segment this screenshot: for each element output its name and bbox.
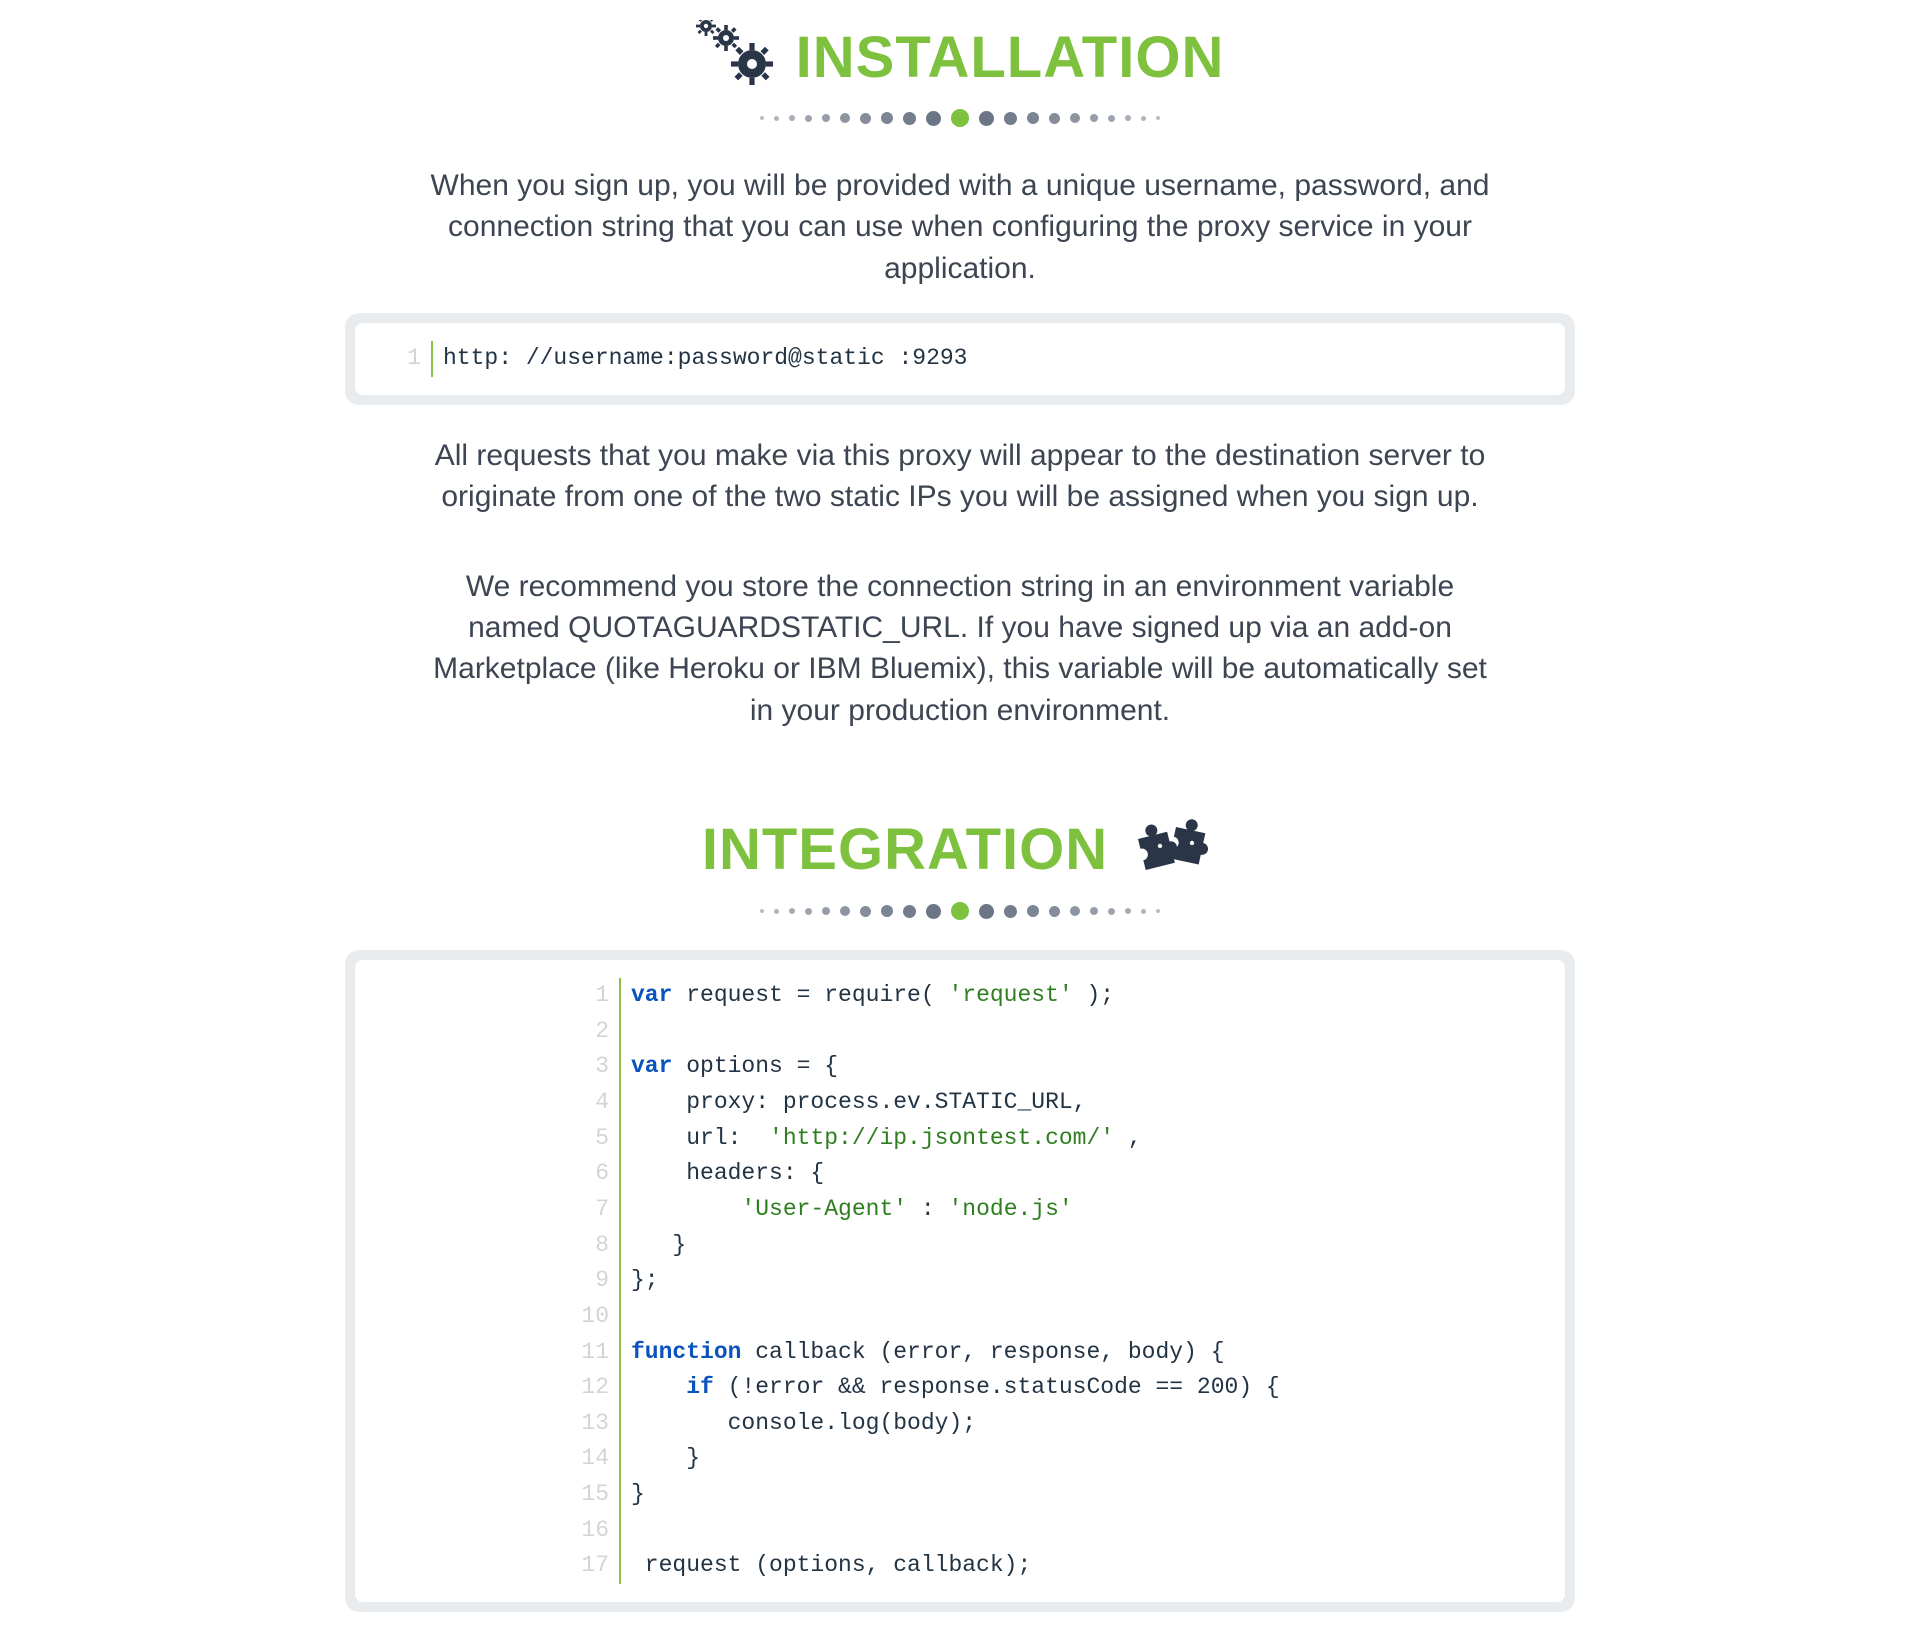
code-content: proxy: process.ev.STATIC_URL, bbox=[621, 1085, 1086, 1121]
code-line: 5 url: 'http://ip.jsontest.com/' , bbox=[575, 1121, 1541, 1157]
code-content: } bbox=[621, 1477, 645, 1513]
code-line: 10 bbox=[575, 1299, 1541, 1335]
installation-intro-text: When you sign up, you will be provided w… bbox=[420, 165, 1500, 289]
code-line: 1var request = require( 'request' ); bbox=[575, 978, 1541, 1014]
code-line: 16 bbox=[575, 1513, 1541, 1549]
line-number: 16 bbox=[575, 1513, 621, 1549]
line-number: 3 bbox=[575, 1049, 621, 1085]
line-number: 14 bbox=[575, 1441, 621, 1477]
installation-dots-divider bbox=[345, 109, 1575, 127]
code-content bbox=[621, 1513, 631, 1549]
code-content: http: //username:password@static :9293 bbox=[433, 341, 968, 377]
integration-title: INTEGRATION bbox=[702, 816, 1108, 883]
line-number: 15 bbox=[575, 1477, 621, 1513]
code-content: console.log(body); bbox=[621, 1406, 976, 1442]
code-line: 15} bbox=[575, 1477, 1541, 1513]
code-line: 13 console.log(body); bbox=[575, 1406, 1541, 1442]
line-number: 1 bbox=[387, 341, 433, 377]
connection-string-code-card: 1http: //username:password@static :9293 bbox=[345, 313, 1575, 405]
code-content: } bbox=[621, 1228, 686, 1264]
puzzle-icon bbox=[1126, 811, 1218, 888]
line-number: 13 bbox=[575, 1406, 621, 1442]
code-content: } bbox=[621, 1441, 700, 1477]
installation-header: INSTALLATION bbox=[345, 20, 1575, 95]
code-line: 3var options = { bbox=[575, 1049, 1541, 1085]
code-content: 'User-Agent' : 'node.js' bbox=[621, 1192, 1073, 1228]
line-number: 8 bbox=[575, 1228, 621, 1264]
code-content: headers: { bbox=[621, 1156, 824, 1192]
integration-header: INTEGRATION bbox=[345, 811, 1575, 888]
code-line: 9}; bbox=[575, 1263, 1541, 1299]
env-var-text: We recommend you store the connection st… bbox=[420, 566, 1500, 732]
code-line: 1http: //username:password@static :9293 bbox=[387, 341, 1541, 377]
code-content bbox=[621, 1299, 631, 1335]
line-number: 12 bbox=[575, 1370, 621, 1406]
code-content: }; bbox=[621, 1263, 659, 1299]
code-line: 12 if (!error && response.statusCode == … bbox=[575, 1370, 1541, 1406]
code-line: 8 } bbox=[575, 1228, 1541, 1264]
line-number: 10 bbox=[575, 1299, 621, 1335]
integration-dots-divider bbox=[345, 902, 1575, 920]
code-content bbox=[621, 1014, 631, 1050]
code-line: 2 bbox=[575, 1014, 1541, 1050]
line-number: 7 bbox=[575, 1192, 621, 1228]
line-number: 5 bbox=[575, 1121, 621, 1157]
installation-title: INSTALLATION bbox=[796, 24, 1225, 91]
code-content: if (!error && response.statusCode == 200… bbox=[621, 1370, 1280, 1406]
code-content: function callback (error, response, body… bbox=[621, 1335, 1225, 1371]
code-line: 17 request (options, callback); bbox=[575, 1548, 1541, 1584]
static-ip-text: All requests that you make via this prox… bbox=[420, 435, 1500, 518]
line-number: 4 bbox=[575, 1085, 621, 1121]
code-line: 4 proxy: process.ev.STATIC_URL, bbox=[575, 1085, 1541, 1121]
code-content: var options = { bbox=[621, 1049, 838, 1085]
code-content: request (options, callback); bbox=[621, 1548, 1031, 1584]
code-line: 6 headers: { bbox=[575, 1156, 1541, 1192]
line-number: 9 bbox=[575, 1263, 621, 1299]
code-line: 14 } bbox=[575, 1441, 1541, 1477]
code-line: 7 'User-Agent' : 'node.js' bbox=[575, 1192, 1541, 1228]
code-line: 11function callback (error, response, bo… bbox=[575, 1335, 1541, 1371]
line-number: 1 bbox=[575, 978, 621, 1014]
gears-icon bbox=[696, 20, 778, 95]
line-number: 2 bbox=[575, 1014, 621, 1050]
code-content: var request = require( 'request' ); bbox=[621, 978, 1114, 1014]
code-content: url: 'http://ip.jsontest.com/' , bbox=[621, 1121, 1142, 1157]
integration-code: 1var request = require( 'request' );23va… bbox=[355, 960, 1565, 1602]
integration-code-card: 1var request = require( 'request' );23va… bbox=[345, 950, 1575, 1612]
connection-string-code: 1http: //username:password@static :9293 bbox=[355, 323, 1565, 395]
line-number: 17 bbox=[575, 1548, 621, 1584]
line-number: 11 bbox=[575, 1335, 621, 1371]
line-number: 6 bbox=[575, 1156, 621, 1192]
